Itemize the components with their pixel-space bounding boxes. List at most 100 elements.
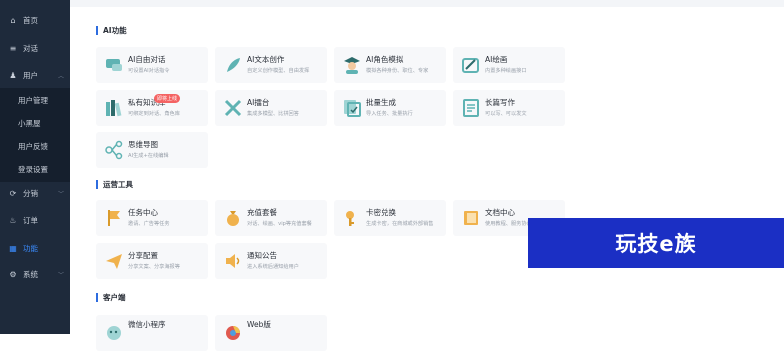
card-title: 分享配置 [128, 251, 158, 260]
card-long-writing[interactable]: 长篇写作 可以写、可以发文 [453, 90, 565, 126]
card-title: AI自由对话 [128, 55, 166, 64]
top-bar [70, 0, 784, 7]
card-title: Web版 [247, 320, 271, 329]
swords-icon [224, 99, 242, 117]
web-icon [226, 326, 240, 340]
user-icon: ♟ [9, 70, 17, 80]
card-desc: AI生成+在线编辑 [128, 153, 169, 159]
card-web-version[interactable]: Web版 [215, 315, 327, 351]
nav-user[interactable]: ♟ 用户 ︿ [0, 64, 70, 86]
books-icon [106, 100, 122, 117]
nav-distribution[interactable]: ⟳ 分销 ﹀ [0, 182, 70, 204]
card-knowledge-base[interactable]: 私有知识库 即将上线 可绑定到对话、角色库 [96, 90, 208, 126]
nav-features[interactable]: ▦ 功能 [0, 237, 70, 259]
batch-icon [344, 100, 361, 117]
coming-soon-badge: 即将上线 [154, 94, 181, 103]
card-title: 长篇写作 [485, 98, 515, 107]
card-share-config[interactable]: 分享配置 分享文案、分享海报等 [96, 243, 208, 279]
card-desc: 可设置AI对话指令 [128, 68, 170, 74]
card-title: 文档中心 [485, 208, 515, 217]
card-ai-chat[interactable]: AI自由对话 可设置AI对话指令 [96, 47, 208, 83]
chevron-up-icon: ︿ [57, 72, 64, 80]
chat-icon: ≡ [9, 43, 17, 53]
drawing-icon [462, 58, 479, 73]
main-content: AI功能 AI自由对话 可设置AI对话指令 AI文本创作 自定义创作模型、自由发… [70, 0, 784, 351]
card-recharge-plans[interactable]: 充值套餐 对话、绘画、vip等充值套餐 [215, 200, 327, 236]
card-task-center[interactable]: 任务中心 邀请、广告等任务 [96, 200, 208, 236]
card-ai-writing[interactable]: AI文本创作 自定义创作模型、自由发挥 [215, 47, 327, 83]
sidebar: ⌂ 首页 ≡ 对话 ♟ 用户 ︿ 用户管理 小黑屋 用户反馈 登录设置 ⟳ 分销… [0, 0, 70, 334]
subnav-blacklist[interactable]: 小黑屋 [18, 118, 41, 129]
card-desc: 可绑定到对话、角色库 [128, 111, 180, 117]
money-bag-icon [227, 211, 239, 226]
section-title-clients: 客户端 [96, 293, 126, 302]
card-title: AI文本创作 [247, 55, 285, 64]
card-title: AI擂台 [247, 98, 270, 107]
nav-user-label: 用户 [23, 70, 38, 80]
nav-home[interactable]: ⌂ 首页 [0, 9, 70, 31]
nav-home-label: 首页 [23, 15, 38, 25]
order-icon: ♨ [9, 215, 17, 225]
wechat-icon [107, 326, 121, 340]
card-desc: 进入系统后通知给用户 [247, 264, 299, 270]
card-title: 卡密兑换 [366, 208, 396, 217]
card-desc: 使用教程、服务协议 [485, 221, 532, 227]
subnav-feedback[interactable]: 用户反馈 [18, 141, 48, 152]
card-wechat-miniprogram[interactable]: 微信小程序 [96, 315, 208, 351]
subnav-login-settings[interactable]: 登录设置 [18, 164, 48, 175]
user-submenu: 用户管理 小黑屋 用户反馈 登录设置 [0, 88, 70, 182]
card-ai-role[interactable]: AI角色模拟 模拟各种身份、职位、专家 [334, 47, 446, 83]
chat-bubble-icon [106, 59, 122, 71]
avatar-icon [344, 57, 360, 74]
feather-icon [227, 58, 240, 72]
card-desc: 模拟各种身份、职位、专家 [366, 68, 429, 74]
speaker-icon [226, 254, 240, 268]
card-desc: 集成多模型、比拼回答 [247, 111, 299, 117]
nav-order-label: 订单 [23, 215, 38, 225]
nav-system-label: 系统 [23, 269, 38, 279]
card-ai-arena[interactable]: AI擂台 集成多模型、比拼回答 [215, 90, 327, 126]
key-icon [346, 211, 354, 226]
share-icon: ⟳ [9, 188, 17, 198]
chevron-down-icon: ﹀ [57, 190, 64, 198]
card-title: 任务中心 [128, 208, 158, 217]
watermark-text: 玩技e族 [615, 232, 697, 256]
card-ai-painting[interactable]: AI绘画 内置多种绘画接口 [453, 47, 565, 83]
card-desc: 导入任务、批量执行 [366, 111, 413, 117]
card-desc: 内置多种绘画接口 [485, 68, 527, 74]
card-desc: 分享文案、分享海报等 [128, 264, 180, 270]
grid-icon: ▦ [9, 243, 17, 253]
nav-distribution-label: 分销 [23, 188, 38, 198]
section-title-operations: 运营工具 [96, 180, 133, 189]
card-desc: 自定义创作模型、自由发挥 [247, 68, 310, 74]
card-batch-generate[interactable]: 批量生成 导入任务、批量执行 [334, 90, 446, 126]
card-mind-map[interactable]: 思维导图 AI生成+在线编辑 [96, 132, 208, 168]
nav-chat[interactable]: ≡ 对话 [0, 37, 70, 59]
card-title: 微信小程序 [128, 320, 166, 329]
flag-icon [108, 210, 120, 226]
card-title: 批量生成 [366, 98, 396, 107]
book-icon [464, 211, 478, 225]
settings-icon: ⚙ [9, 269, 17, 279]
card-desc: 可以写、可以发文 [485, 111, 527, 117]
card-title: 思维导图 [128, 140, 158, 149]
document-icon [463, 99, 479, 117]
nav-order[interactable]: ♨ 订单 [0, 209, 70, 231]
chevron-down-icon: ﹀ [57, 271, 64, 279]
card-title: 充值套餐 [247, 208, 277, 217]
card-desc: 生成卡密，在商城或外部销售 [366, 221, 434, 227]
nav-system[interactable]: ⚙ 系统 ﹀ [0, 263, 70, 285]
nav-features-label: 功能 [23, 243, 38, 253]
subnav-user-manage[interactable]: 用户管理 [18, 95, 48, 106]
section-title-ai: AI功能 [96, 26, 127, 35]
card-title: 通知公告 [247, 251, 277, 260]
card-desc: 邀请、广告等任务 [128, 221, 170, 227]
card-title: AI角色模拟 [366, 55, 404, 64]
home-icon: ⌂ [10, 15, 16, 25]
card-announcement[interactable]: 通知公告 进入系统后通知给用户 [215, 243, 327, 279]
card-card-redeem[interactable]: 卡密兑换 生成卡密，在商城或外部销售 [334, 200, 446, 236]
watermark-banner: 玩技e族 [528, 218, 784, 268]
paper-plane-icon [106, 254, 122, 269]
nav-chat-label: 对话 [23, 43, 38, 53]
card-title: AI绘画 [485, 55, 508, 64]
